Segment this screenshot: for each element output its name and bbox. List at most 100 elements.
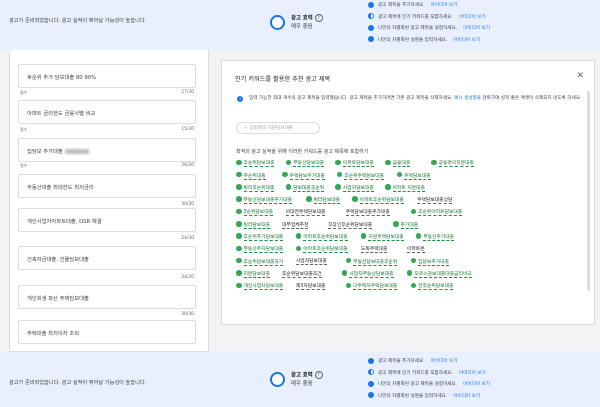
tip-link[interactable]: 아이디어 보기 bbox=[431, 3, 458, 8]
keyword-text: 빌라담보대출 bbox=[243, 222, 270, 229]
headline-field[interactable]: 집담보 추가대출 bbox=[18, 138, 196, 162]
keyword-chip[interactable]: 후순위아파트담보대출 bbox=[410, 208, 463, 217]
question-icon[interactable]: ? bbox=[314, 14, 323, 22]
keyword-chip[interactable]: 개인사업자담보대출 bbox=[236, 282, 284, 291]
keyword-chip[interactable]: 주택담보추가대출 bbox=[282, 171, 325, 180]
keyword-chip[interactable]: 후순위담보대출조건 bbox=[282, 271, 322, 279]
char-count: 15/30 bbox=[181, 127, 194, 132]
keyword-chip[interactable]: 부동산주자담보대출 bbox=[236, 245, 284, 254]
keyword-chip[interactable]: 사업자담보대출 bbox=[335, 184, 374, 193]
keyword-chip[interactable]: 아파트 지분대출 bbox=[385, 184, 426, 193]
keyword-chip[interactable]: 사업자담보대출 bbox=[295, 258, 327, 266]
keyword-chip[interactable]: 아파트론 bbox=[406, 246, 425, 254]
close-icon[interactable]: ✕ bbox=[576, 71, 584, 81]
tip-link[interactable]: 아이디어 보기 bbox=[463, 26, 490, 31]
keyword-text: 부동산담보대출후순위 bbox=[353, 259, 398, 266]
info-link[interactable]: 예시 생성형을 bbox=[454, 96, 481, 101]
tip-text: 나만의 차별화된 광고 제목을 설정하세요. bbox=[378, 26, 458, 31]
keyword-chip[interactable]: 후순위담보대출 bbox=[236, 159, 275, 168]
keyword-chip[interactable]: 공동명의지분대출 bbox=[431, 159, 474, 168]
check-circle-icon bbox=[295, 245, 302, 252]
question-icon[interactable]: ? bbox=[314, 371, 323, 379]
check-circle-icon bbox=[335, 159, 341, 165]
keyword-chip[interactable]: 부동산담보대출후순위 bbox=[345, 257, 398, 266]
keyword-chip[interactable]: 직장인후순위담보대출 bbox=[328, 222, 373, 230]
char-count: 24/30 bbox=[181, 275, 194, 280]
keyword-chip[interactable]: 전후순위담보대출 bbox=[410, 282, 454, 291]
keyword-chip[interactable]: 주택담보대출추가대출 bbox=[345, 209, 390, 217]
keyword-chip[interactable]: 부동산추가대출 bbox=[415, 233, 455, 242]
keyword-chip[interactable]: 빌라후순위대출 bbox=[236, 184, 275, 193]
keyword-chip[interactable]: 집담보추가대출 bbox=[410, 257, 449, 266]
keyword-chip[interactable]: 추가대출 bbox=[393, 221, 419, 230]
tip-link[interactable]: 아이디어 보기 bbox=[453, 394, 480, 399]
headline-text: 후순위 추가 담보대출 80 90% bbox=[27, 75, 97, 81]
keyword-chip[interactable]: 담보대출후순위 bbox=[285, 184, 325, 193]
tip-text: 나만의 차별화된 설명을 입력하세요. bbox=[378, 37, 448, 43]
keyword-chip[interactable]: 금융대출 bbox=[385, 159, 411, 168]
headline-field[interactable]: 아파트 금리한도 금융사별 비교 bbox=[18, 100, 196, 124]
panel-scrollbar[interactable] bbox=[587, 91, 590, 291]
keyword-chip[interactable]: 사업자부동산담보대출 bbox=[341, 270, 394, 279]
headline-field[interactable]: 부동산대출 최대한도 최저금리 bbox=[18, 174, 196, 198]
tip-link[interactable]: 아이디어 보기 bbox=[431, 359, 458, 364]
tips-list: 광고 제목을 추가하세요. 아이디어 보기 광고 제목에 인기 키워드를 포함하세… bbox=[368, 356, 490, 402]
keyword-chip[interactable]: 아파트후순위담보대출 bbox=[295, 245, 348, 254]
keyword-chip[interactable]: 빌라담보대출 bbox=[236, 221, 270, 230]
headline-field[interactable]: 후순위 추가 담보대출 80 90% bbox=[18, 64, 196, 88]
tip-link[interactable]: 아이디어 보기 bbox=[459, 15, 486, 20]
keyword-chip[interactable]: 아파트후순위담보대출 bbox=[352, 196, 404, 205]
info-text: 입력 가능한 최대 개수의 광고 제목을 입력했습니다. 광고 제목을 추가하려… bbox=[249, 96, 453, 101]
keyword-chip[interactable]: 아파트후순위담보대출 bbox=[295, 233, 348, 242]
add-headline-button[interactable]: + 공동명의 지분담보대출 bbox=[236, 122, 320, 134]
tip-link[interactable]: 아이디어 보기 bbox=[459, 371, 486, 376]
check-circle-icon bbox=[368, 380, 374, 387]
headline-text: 집담보 추가대출 bbox=[27, 149, 63, 155]
half-circle-icon bbox=[368, 369, 374, 375]
headline-field[interactable]: 건축자금대출, 건물담보대출 bbox=[18, 246, 196, 270]
keyword-chip[interactable]: 주택담보대출 bbox=[396, 171, 431, 180]
headline-field[interactable]: 주택대출 최저이자 조회 bbox=[18, 320, 196, 344]
keyword-chip[interactable]: 지분담보대출 bbox=[236, 270, 270, 279]
keyword-text: 비대면주택담보대출 bbox=[285, 210, 326, 217]
keyword-text: 아파트후순위담보대출 bbox=[303, 247, 348, 254]
keyword-text: 사업자담보대출 bbox=[295, 259, 327, 266]
headline-text: 개인사업자아파트대출, DSR 해결 bbox=[27, 219, 102, 225]
keyword-chip[interactable]: 아파트담보대출 bbox=[335, 159, 374, 168]
keyword-chip[interactable]: 부동산담보대출추가대출 bbox=[236, 196, 293, 205]
keyword-chip[interactable]: 모르스담보대출대출금리비교 bbox=[406, 270, 472, 279]
keyword-text: 후순위주택담보대출 bbox=[344, 173, 385, 180]
pin-label: 필수 bbox=[20, 127, 28, 132]
keyword-chip[interactable]: 주택담보대출상담 bbox=[417, 197, 453, 205]
headline-field[interactable]: 개인사업자아파트대출, DSR 해결 bbox=[18, 208, 196, 232]
check-circle-icon bbox=[236, 159, 242, 165]
headline-field[interactable]: 개인회생 파산 주택담보대출 bbox=[18, 285, 196, 309]
check-circle-icon bbox=[368, 1, 374, 8]
check-circle-icon bbox=[396, 171, 403, 178]
keyword-chip[interactable]: 빌라담보대출 bbox=[306, 196, 341, 205]
keyword-chip[interactable]: 부동산담보대출 bbox=[285, 159, 325, 168]
keyword-chip[interactable]: 도독주택대출 bbox=[360, 246, 388, 254]
keyword-chip[interactable]: 비대면주택담보대출 bbox=[285, 209, 326, 217]
check-circle-icon bbox=[282, 171, 288, 178]
keyword-chip[interactable]: 후순위주택담보대출 bbox=[336, 171, 385, 180]
check-circle-icon bbox=[335, 184, 341, 190]
keyword-text: 담보대출후순위 bbox=[293, 185, 325, 192]
keyword-chip[interactable]: 제3자담보대출 bbox=[295, 283, 326, 291]
keyword-chip[interactable]: 대부업체추천 bbox=[282, 222, 309, 230]
keyword-chip[interactable]: 지원주택담보대출 bbox=[360, 233, 404, 242]
keyword-chip[interactable]: 후순위추가담보대출 bbox=[236, 233, 284, 242]
keyword-chip[interactable]: 추순위대출 bbox=[236, 171, 266, 180]
check-circle-icon bbox=[236, 221, 242, 227]
add-button-label: 공동명의 지분담보대출 bbox=[249, 126, 294, 131]
keyword-chip[interactable]: 3순위담보대출 bbox=[236, 208, 274, 217]
check-circle-icon bbox=[345, 257, 352, 264]
pin-label: 필수 bbox=[20, 163, 28, 168]
keyword-chip[interactable]: 후순위담보대출과거 bbox=[236, 257, 284, 266]
keyword-chip[interactable]: 다주택자주택담보대출 bbox=[345, 282, 398, 291]
check-circle-icon bbox=[360, 233, 367, 239]
check-circle-icon bbox=[341, 270, 348, 276]
char-count: 30/30 bbox=[181, 202, 194, 207]
tip-link[interactable]: 아이디어 보기 bbox=[453, 38, 480, 43]
tip-link[interactable]: 아이디어 보기 bbox=[463, 382, 490, 387]
